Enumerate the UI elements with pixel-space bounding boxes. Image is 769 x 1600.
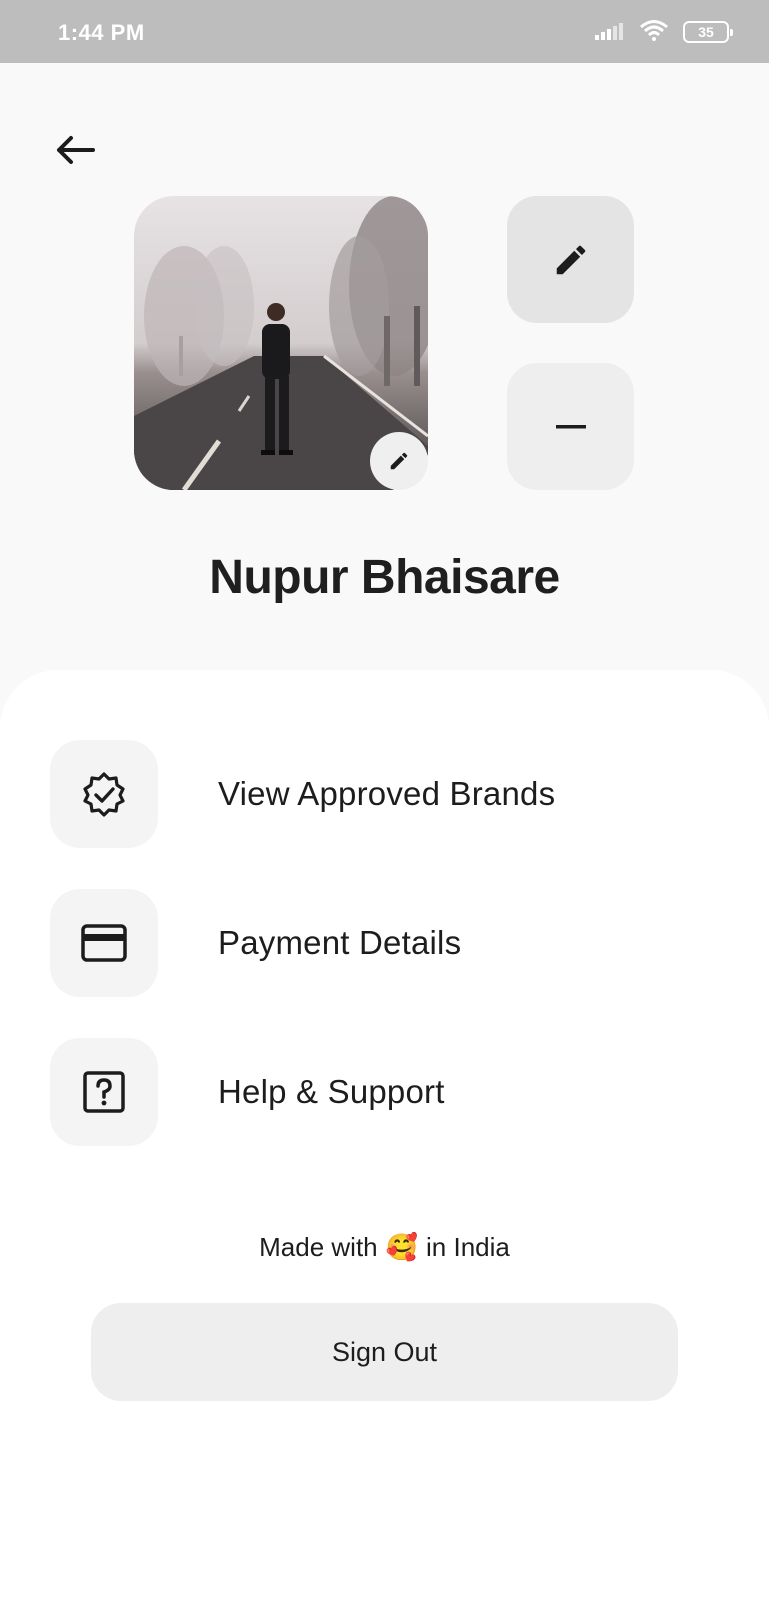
remove-button[interactable] — [507, 363, 634, 490]
photo-edit-button[interactable] — [370, 432, 428, 490]
back-button[interactable] — [50, 128, 100, 172]
verified-badge-icon — [83, 772, 125, 817]
signal-icon — [595, 20, 625, 45]
help-icon — [83, 1071, 125, 1113]
status-bar: 1:44 PM 35 — [0, 0, 769, 63]
menu-item-approved-brands[interactable]: View Approved Brands — [50, 740, 710, 848]
pencil-icon — [390, 452, 408, 470]
menu-item-payment-details[interactable]: Payment Details — [50, 889, 710, 997]
smiling-face-hearts-icon: 🥰 — [385, 1232, 419, 1262]
minus-icon — [555, 424, 586, 428]
made-with-suffix: in India — [426, 1232, 510, 1262]
made-with-prefix: Made with — [259, 1232, 378, 1262]
status-time: 1:44 PM — [58, 20, 145, 45]
menu-icon-box — [50, 889, 158, 997]
wifi-icon — [639, 19, 669, 46]
menu-item-label: Payment Details — [218, 924, 462, 961]
profile-name: Nupur Bhaisare — [209, 551, 560, 604]
pencil-icon — [556, 245, 585, 274]
menu-icon-box — [50, 1038, 158, 1146]
edit-profile-button[interactable] — [507, 196, 634, 323]
arrow-left-icon — [57, 136, 95, 164]
status-icons: 35 — [595, 19, 733, 46]
battery-level: 35 — [698, 24, 714, 40]
credit-card-icon — [81, 924, 127, 962]
battery-icon: 35 — [683, 21, 733, 43]
sign-out-button[interactable]: Sign Out — [91, 1303, 678, 1401]
menu-item-label: Help & Support — [218, 1073, 445, 1110]
made-with-text: Made with 🥰 in India — [0, 1232, 769, 1263]
menu-item-help-support[interactable]: Help & Support — [50, 1038, 710, 1146]
menu-item-label: View Approved Brands — [218, 775, 556, 812]
menu-icon-box — [50, 740, 158, 848]
